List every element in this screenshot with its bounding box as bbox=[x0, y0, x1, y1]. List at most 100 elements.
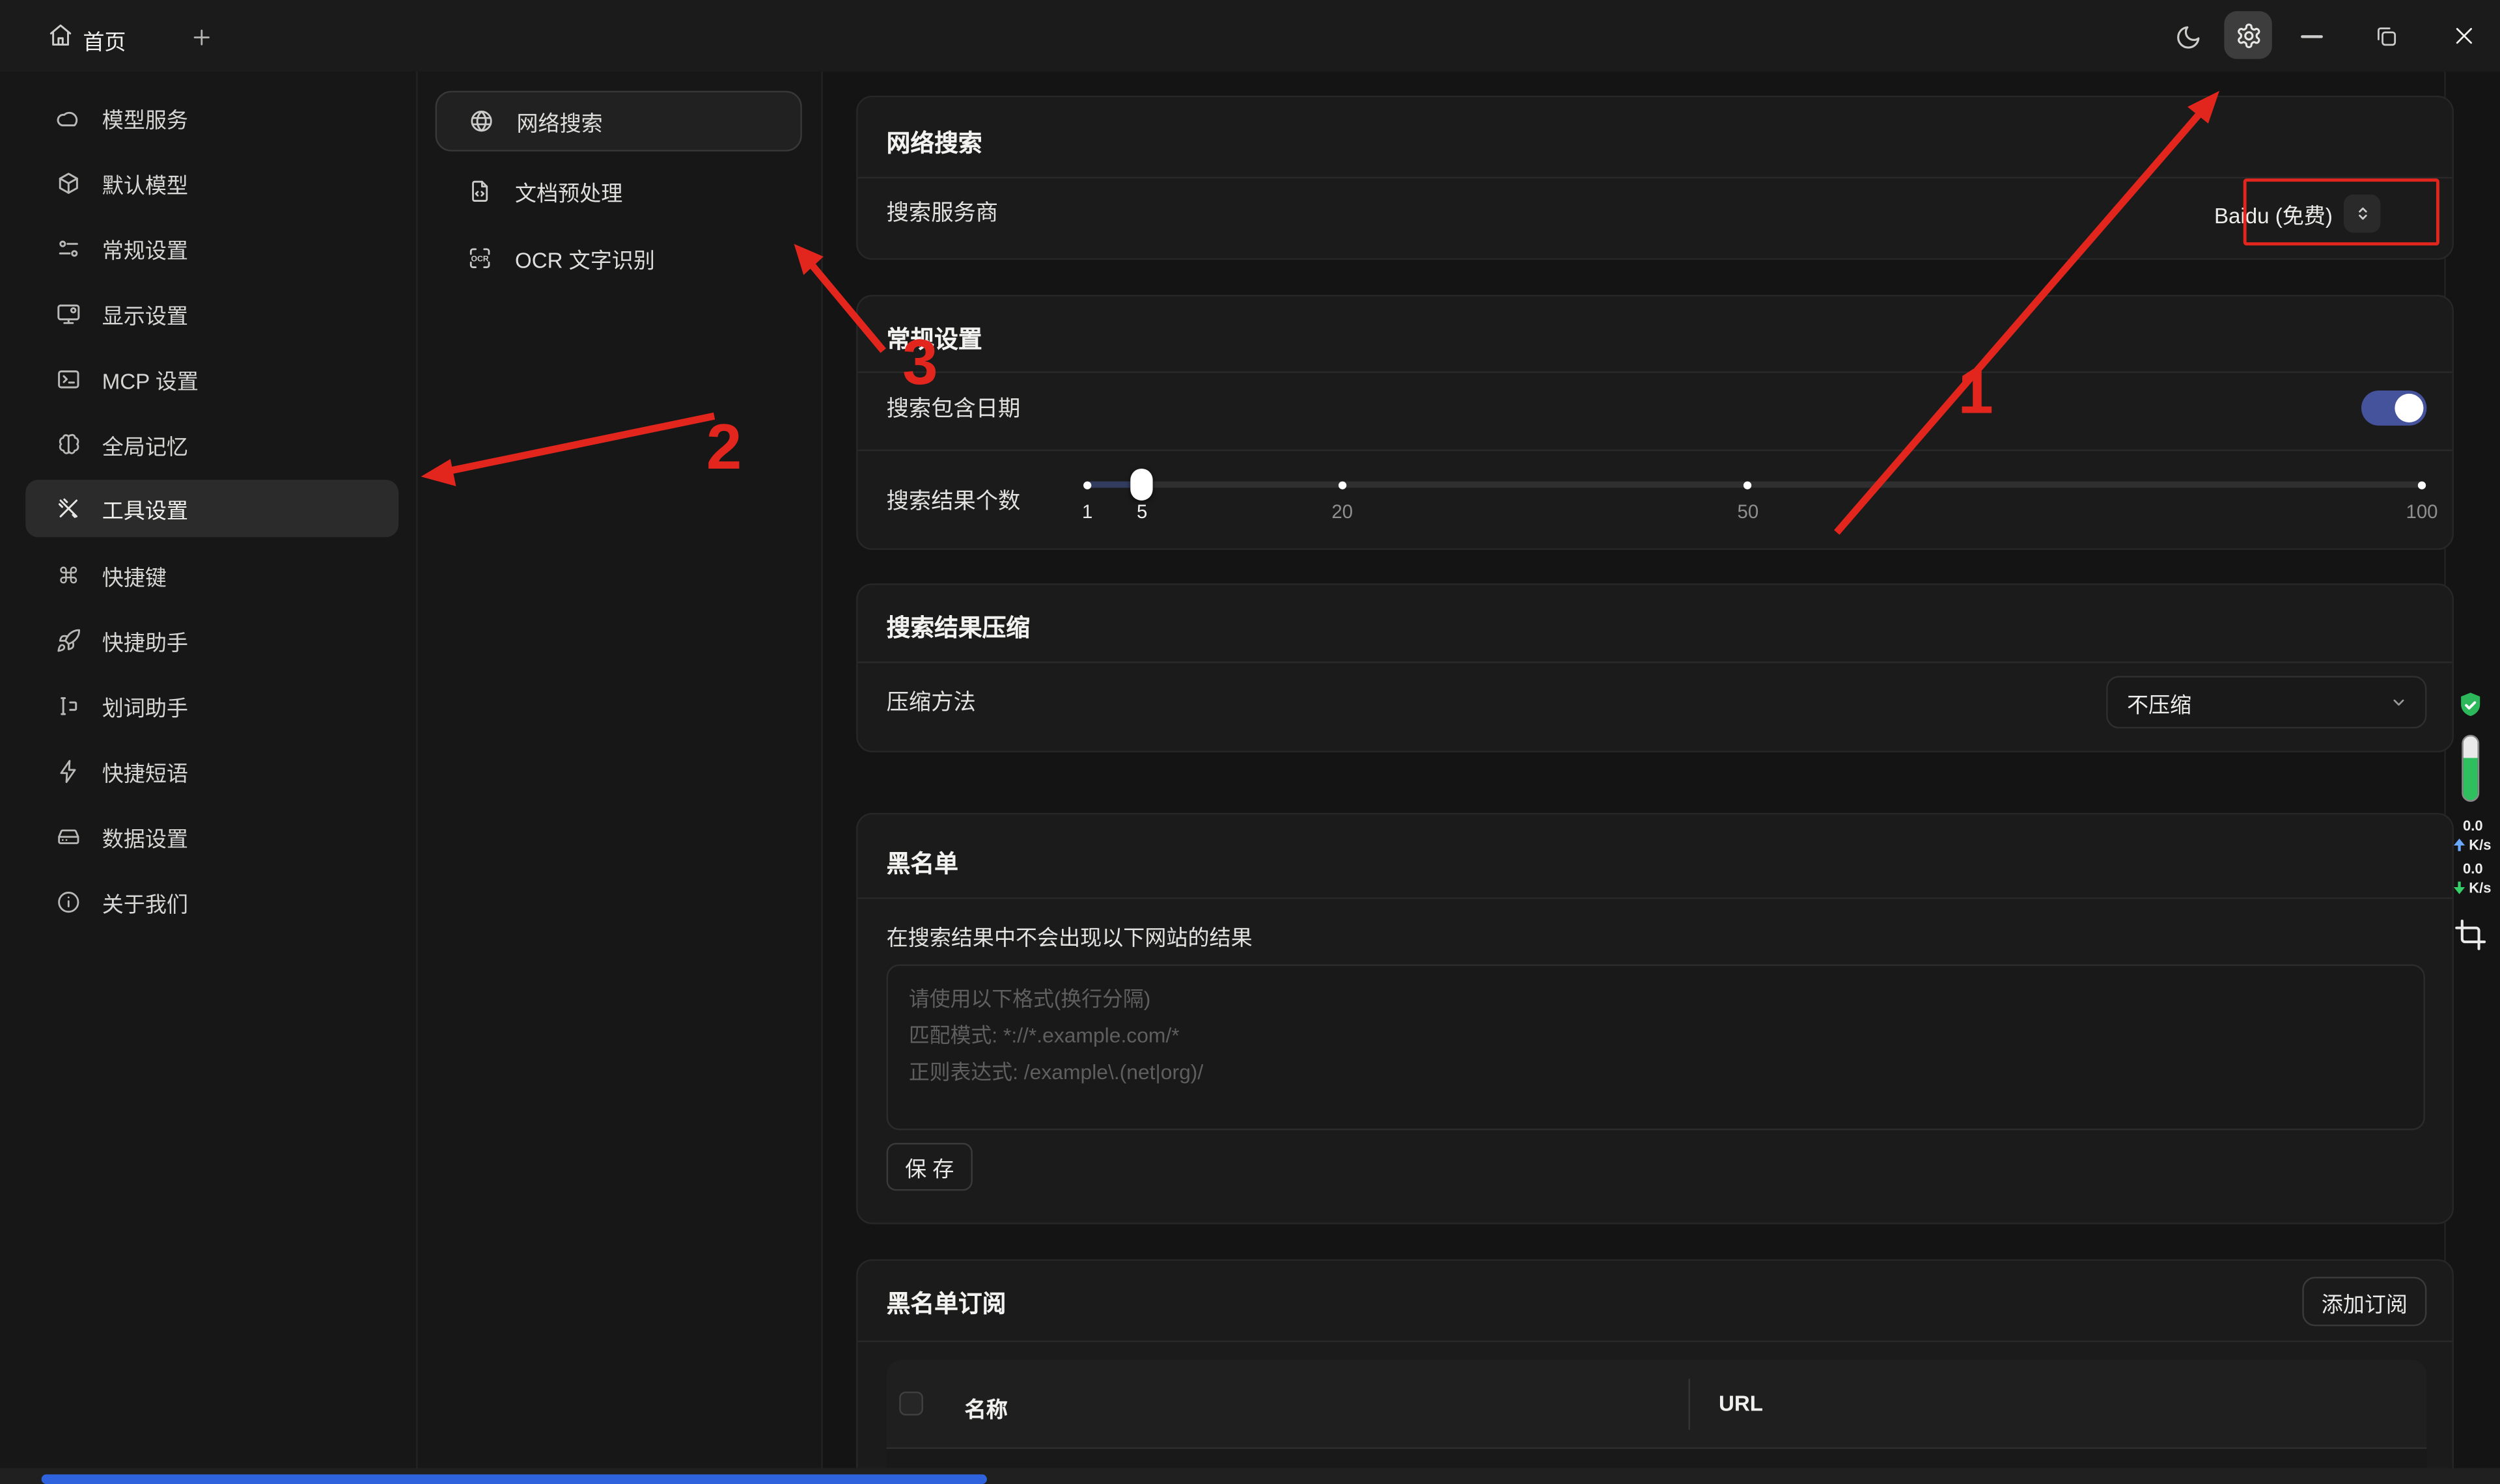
blacklist-textarea[interactable]: 请使用以下格式(换行分隔) 匹配模式: *://*.example.com/* … bbox=[887, 965, 2425, 1131]
sidebar-item-model-services[interactable]: 模型服务 bbox=[25, 89, 398, 146]
sidebar-item-general-settings[interactable]: 常规设置 bbox=[25, 220, 398, 277]
submenu-item-label: OCR 文字识别 bbox=[515, 242, 655, 274]
sidebar-item-label: 显示设置 bbox=[102, 298, 188, 330]
result-count-slider[interactable]: 1 5 20 50 100 bbox=[1087, 482, 2422, 488]
section-title: 黑名单订阅 bbox=[887, 1286, 1007, 1319]
annotation-number-1: 1 bbox=[1958, 360, 1993, 424]
sidebar-item-label: 工具设置 bbox=[102, 493, 188, 525]
sidebar-item-selection-assistant[interactable]: 划词助手 bbox=[25, 678, 398, 735]
download-speed-unit: K/s bbox=[2469, 880, 2491, 896]
subscription-card: 黑名单订阅 添加订阅 名称 URL bbox=[856, 1259, 2454, 1484]
app-window: 首页 bbox=[0, 0, 2500, 1484]
close-button[interactable] bbox=[2452, 24, 2477, 48]
save-button-label: 保 存 bbox=[905, 1151, 954, 1183]
sidebar-item-shortcuts[interactable]: ⌘ 快捷键 bbox=[25, 547, 398, 604]
file-code-icon bbox=[467, 178, 493, 204]
security-shield-icon[interactable] bbox=[2455, 689, 2486, 722]
annotation-number-2: 2 bbox=[706, 416, 742, 480]
include-date-toggle[interactable] bbox=[2361, 391, 2426, 426]
section-title: 搜索结果压缩 bbox=[887, 611, 1030, 644]
minimize-button[interactable] bbox=[2301, 33, 2323, 40]
zap-icon bbox=[56, 759, 81, 784]
sidebar-item-label: 快捷键 bbox=[102, 560, 167, 592]
upload-speed-unit: K/s bbox=[2469, 837, 2491, 853]
compression-card: 搜索结果压缩 压缩方法 不压缩 bbox=[856, 583, 2454, 752]
save-button[interactable]: 保 存 bbox=[887, 1143, 973, 1190]
section-title: 黑名单 bbox=[887, 846, 958, 879]
theme-toggle-button[interactable] bbox=[2174, 24, 2202, 51]
slider-handle[interactable] bbox=[1131, 469, 1153, 501]
close-icon bbox=[2452, 24, 2477, 48]
method-dropdown[interactable]: 不压缩 bbox=[2106, 676, 2426, 728]
slider-label-100: 100 bbox=[2406, 501, 2438, 523]
provider-label: 搜索服务商 bbox=[887, 196, 998, 228]
maximize-button[interactable] bbox=[2374, 24, 2398, 48]
sidebar-item-tool-settings[interactable]: 工具设置 bbox=[25, 480, 398, 537]
hard-drive-icon bbox=[56, 824, 81, 849]
tools-icon bbox=[56, 496, 81, 521]
sidebar-item-default-models[interactable]: 默认模型 bbox=[25, 155, 398, 212]
sidebar-item-about[interactable]: 关于我们 bbox=[25, 873, 398, 931]
sidebar-item-mcp-settings[interactable]: MCP 设置 bbox=[25, 351, 398, 408]
sidebar-item-label: 划词助手 bbox=[102, 690, 188, 722]
slider-label-50: 50 bbox=[1737, 501, 1758, 523]
sidebar-item-label: MCP 设置 bbox=[102, 363, 199, 395]
slider-label-5: 5 bbox=[1137, 501, 1147, 523]
select-all-checkbox[interactable] bbox=[899, 1392, 923, 1416]
cloud-icon bbox=[56, 105, 81, 131]
toggle-knob bbox=[2395, 394, 2423, 422]
submenu-item-web-search[interactable]: 网络搜索 bbox=[436, 91, 802, 152]
submenu-item-ocr[interactable]: OCR OCR 文字识别 bbox=[436, 228, 802, 288]
sidebar-item-display-settings[interactable]: 显示设置 bbox=[25, 285, 398, 342]
add-subscription-button[interactable]: 添加订阅 bbox=[2302, 1277, 2426, 1326]
submenu-item-doc-preprocess[interactable]: 文档预处理 bbox=[436, 161, 802, 221]
text-select-icon bbox=[56, 693, 81, 719]
divider bbox=[858, 450, 2452, 451]
settings-button[interactable] bbox=[2224, 11, 2271, 59]
placeholder-line: 匹配模式: *://*.example.com/* bbox=[909, 1017, 2403, 1053]
download-speed-row: K/s bbox=[2446, 880, 2500, 896]
sidebar-item-global-memory[interactable]: 全局记忆 bbox=[25, 416, 398, 473]
arrow-up-icon bbox=[2454, 838, 2465, 851]
divider bbox=[858, 372, 2452, 373]
screenshot-crop-icon[interactable] bbox=[2454, 918, 2487, 952]
home-tab-label[interactable]: 首页 bbox=[83, 24, 126, 56]
sidebar-item-label: 数据设置 bbox=[102, 821, 188, 853]
subscription-table: 名称 URL bbox=[887, 1360, 2427, 1473]
slider-label-1: 1 bbox=[1082, 501, 1092, 523]
divider bbox=[858, 661, 2452, 663]
column-separator bbox=[1688, 1379, 1689, 1429]
divider bbox=[858, 177, 2452, 178]
sidebar-item-label: 全局记忆 bbox=[102, 429, 188, 461]
window-right-edge bbox=[2444, 72, 2445, 1468]
gauge-capsule[interactable] bbox=[2462, 735, 2479, 802]
home-tab[interactable] bbox=[48, 22, 73, 48]
restore-icon bbox=[2374, 24, 2398, 48]
submenu-item-label: 文档预处理 bbox=[515, 175, 622, 207]
slider-tick bbox=[2418, 480, 2426, 488]
sidebar-item-quick-assistant[interactable]: 快捷助手 bbox=[25, 612, 398, 669]
moon-icon bbox=[2174, 24, 2202, 51]
method-value: 不压缩 bbox=[2127, 686, 2191, 718]
bottom-accent-bar bbox=[42, 1474, 987, 1484]
chevron-down-icon bbox=[2389, 692, 2410, 713]
placeholder-line: 正则表达式: /example\.(net|org)/ bbox=[909, 1054, 2403, 1090]
rocket-icon bbox=[56, 628, 81, 653]
sidebar-item-label: 快捷助手 bbox=[102, 625, 188, 657]
download-speed-value: 0.0 bbox=[2446, 859, 2500, 878]
new-tab-button[interactable] bbox=[189, 25, 214, 49]
red-box-annotation bbox=[2243, 178, 2439, 245]
table-header-row: 名称 URL bbox=[887, 1360, 2427, 1449]
slider-tick bbox=[1744, 480, 1752, 488]
subsidebar-divider bbox=[821, 72, 822, 1468]
add-subscription-label: 添加订阅 bbox=[2322, 1285, 2408, 1317]
command-icon: ⌘ bbox=[56, 562, 81, 588]
general-settings-card: 常规设置 搜索包含日期 搜索结果个数 1 5 20 50 100 bbox=[856, 295, 2454, 550]
sidebar-item-label: 关于我们 bbox=[102, 886, 188, 918]
sidebar-item-data-settings[interactable]: 数据设置 bbox=[25, 808, 398, 866]
upload-speed-value: 0.0 bbox=[2446, 816, 2500, 835]
slider-label-20: 20 bbox=[1331, 501, 1353, 523]
result-count-label: 搜索结果个数 bbox=[887, 484, 1021, 516]
method-label: 压缩方法 bbox=[887, 685, 976, 717]
sidebar-item-quick-phrases[interactable]: 快捷短语 bbox=[25, 743, 398, 800]
